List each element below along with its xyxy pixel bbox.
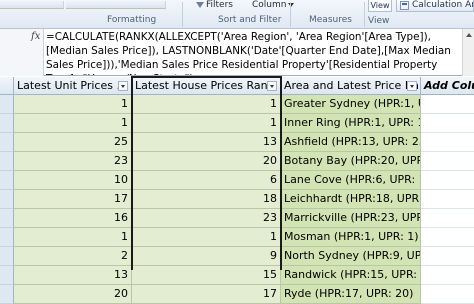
cell-latest-house-price-rank[interactable]: 1	[132, 95, 281, 114]
data-grid: Latest Unit Prices ... Latest House Pric…	[0, 76, 474, 304]
cell-area-and-price-rank[interactable]: Inner Ring (HPR:1, UPR: 1)	[281, 114, 421, 133]
cell-add-column[interactable]	[421, 114, 474, 133]
column-button[interactable]: Column	[252, 0, 295, 10]
cell-latest-unit-price-rank[interactable]: 10	[14, 171, 132, 190]
cell-area-and-price-rank[interactable]: Marrickville (HPR:23, UPR: 16)	[281, 209, 421, 228]
cell-area-and-price-rank[interactable]: Ryde (HPR:17, UPR: 20)	[281, 285, 421, 304]
cell-latest-house-price-rank[interactable]: 13	[132, 133, 281, 152]
cell-latest-unit-price-rank[interactable]: 20	[14, 285, 132, 304]
row-header[interactable]	[0, 133, 14, 152]
cell-latest-house-price-rank[interactable]: 9	[132, 247, 281, 266]
calculation-area-label: Calculation Area	[412, 0, 474, 10]
group-label-sort-filter: Sort and Filter	[218, 15, 282, 25]
column-header-label: Area and Latest Price Ra...	[284, 79, 421, 92]
column-filter-dropdown-icon[interactable]	[407, 81, 417, 91]
calculation-area-button[interactable]: Calculation Area	[396, 0, 474, 12]
cell-latest-unit-price-rank[interactable]: 17	[14, 190, 132, 209]
column-label: Column	[252, 0, 287, 10]
ribbon: Formatting Filters Column Sort and Filte…	[0, 0, 474, 29]
cell-area-and-price-rank[interactable]: North Sydney (HPR:9, UPR: 2)	[281, 247, 421, 266]
cell-add-column[interactable]	[421, 190, 474, 209]
cell-add-column[interactable]	[421, 95, 474, 114]
row-header[interactable]	[0, 209, 14, 228]
column-header-label: Latest House Prices Rank	[135, 79, 275, 92]
cell-latest-house-price-rank[interactable]: 1	[132, 228, 281, 247]
column-header-area-and-latest-price-rank[interactable]: Area and Latest Price Ra...	[281, 77, 421, 95]
filters-label: Filters	[206, 0, 233, 10]
formula-input[interactable]: =CALCULATE(RANKX(ALLEXCEPT('Area Region'…	[45, 30, 461, 75]
cell-latest-unit-price-rank[interactable]: 2	[14, 247, 132, 266]
cell-latest-unit-price-rank[interactable]: 1	[14, 95, 132, 114]
cell-add-column[interactable]	[421, 152, 474, 171]
cell-latest-house-price-rank[interactable]: 23	[132, 209, 281, 228]
ribbon-separator	[182, 2, 183, 27]
cell-latest-house-price-rank[interactable]: 20	[132, 152, 281, 171]
formula-bar: fx =CALCULATE(RANKX(ALLEXCEPT('Area Regi…	[0, 29, 474, 76]
row-header[interactable]	[0, 247, 14, 266]
row-header[interactable]	[0, 171, 14, 190]
group-label-view: View	[368, 16, 390, 26]
cell-area-and-price-rank[interactable]: Botany Bay (HPR:20, UPR: 23)	[281, 152, 421, 171]
cell-latest-unit-price-rank[interactable]: 25	[14, 133, 132, 152]
cell-latest-unit-price-rank[interactable]: 16	[14, 209, 132, 228]
row-header[interactable]	[0, 95, 14, 114]
cell-add-column[interactable]	[421, 228, 474, 247]
row-header[interactable]	[0, 285, 14, 304]
ribbon-button-stub[interactable]	[66, 1, 166, 9]
cell-area-and-price-rank[interactable]: Mosman (HPR:1, UPR: 1)	[281, 228, 421, 247]
column-filter-dropdown-icon[interactable]	[267, 81, 277, 91]
cell-latest-house-price-rank[interactable]: 1	[132, 114, 281, 133]
row-header[interactable]	[0, 114, 14, 133]
ribbon-button-stub[interactable]	[0, 1, 64, 9]
cell-add-column[interactable]	[421, 247, 474, 266]
cell-area-and-price-rank[interactable]: Greater Sydney (HPR:1, UPR: 1)	[281, 95, 421, 114]
cell-area-and-price-rank[interactable]: Ashfield (HPR:13, UPR: 25)	[281, 133, 421, 152]
cell-latest-house-price-rank[interactable]: 6	[132, 171, 281, 190]
cell-add-column[interactable]	[421, 209, 474, 228]
formula-scrollbar[interactable]	[462, 29, 474, 76]
add-column-header[interactable]: Add Colu	[421, 77, 474, 95]
scroll-up-icon[interactable]	[466, 33, 472, 37]
column-header-latest-unit-prices[interactable]: Latest Unit Prices ...	[14, 77, 132, 95]
fx-icon[interactable]: fx	[31, 31, 40, 42]
column-header-latest-house-prices-rank[interactable]: Latest House Prices Rank	[132, 77, 281, 95]
row-header[interactable]	[0, 228, 14, 247]
group-label-formatting: Formatting	[107, 15, 157, 25]
cell-latest-house-price-rank[interactable]: 17	[132, 285, 281, 304]
column-header-label: Latest Unit Prices ...	[17, 79, 127, 92]
row-header[interactable]	[0, 152, 14, 171]
column-filter-dropdown-icon[interactable]	[118, 81, 128, 91]
calculation-area-icon	[400, 1, 409, 10]
cell-area-and-price-rank[interactable]: Leichhardt (HPR:18, UPR: 17)	[281, 190, 421, 209]
filters-button[interactable]: Filters	[196, 0, 233, 10]
ribbon-separator	[290, 2, 291, 27]
cell-latest-unit-price-rank[interactable]: 1	[14, 114, 132, 133]
cell-area-and-price-rank[interactable]: Lane Cove (HPR:6, UPR: 10)	[281, 171, 421, 190]
group-label-measures: Measures	[309, 15, 352, 25]
row-header[interactable]	[0, 190, 14, 209]
cell-add-column[interactable]	[421, 171, 474, 190]
formula-bar-gutter: fx	[0, 29, 44, 76]
select-all-corner[interactable]	[0, 77, 14, 95]
ribbon-separator	[364, 2, 365, 27]
cell-add-column[interactable]	[421, 133, 474, 152]
cell-add-column[interactable]	[421, 285, 474, 304]
filter-icon	[196, 2, 204, 8]
cell-latest-house-price-rank[interactable]: 18	[132, 190, 281, 209]
cell-latest-unit-price-rank[interactable]: 1	[14, 228, 132, 247]
view-button[interactable]: View	[368, 0, 392, 12]
cell-latest-unit-price-rank[interactable]: 23	[14, 152, 132, 171]
